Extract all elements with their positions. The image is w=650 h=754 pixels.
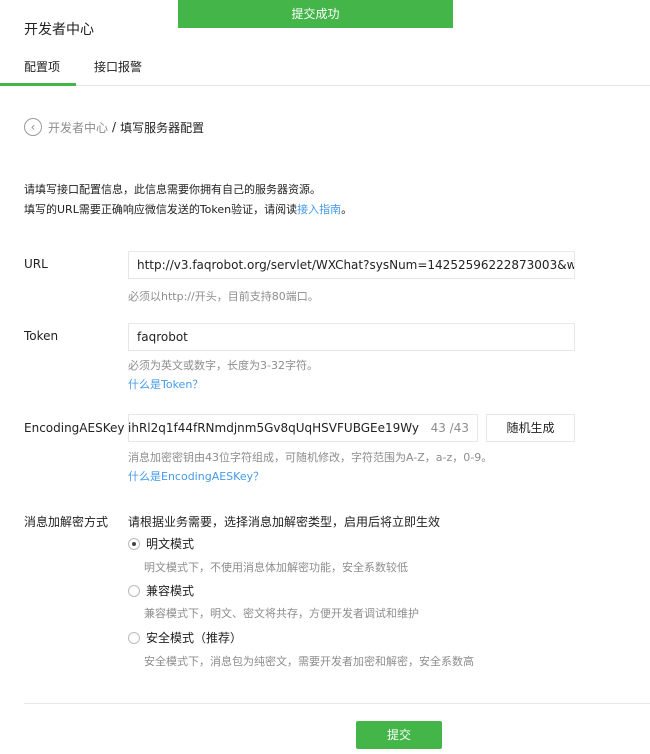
token-input[interactable]: faqrobot [128, 323, 575, 351]
radio-plaintext-label: 明文模式 [146, 537, 195, 551]
description-period: 。 [341, 203, 353, 216]
what-is-aes-key-link[interactable]: 什么是EncodingAESKey？ [128, 468, 264, 484]
back-icon[interactable]: ‹ [24, 118, 42, 136]
aes-key-input[interactable]: 5RKihRl2q1f44fRNmdjnm5Gv8qUqHSVFUBGEe19W… [128, 414, 478, 442]
description-line-1: 请填写接口配置信息，此信息需要你拥有自己的服务器资源。 [24, 183, 321, 196]
aes-key-hint: 消息加密密钥由43位字符组成，可随机修改，字符范围为A-Z，a-z，0-9。 [128, 451, 493, 464]
aes-key-char-count: 43 /43 [430, 421, 469, 435]
radio-plaintext-indicator[interactable] [128, 537, 140, 550]
what-is-token-link[interactable]: 什么是Token？ [128, 376, 203, 392]
aes-key-label: EncodingAESKey [24, 421, 125, 435]
encryption-intro: 请根据业务需要，选择消息加解密类型，启用后将立即生效 [128, 515, 441, 529]
radio-secure-indicator[interactable] [128, 631, 140, 644]
breadcrumb: ‹ 开发者中心 / 填写服务器配置 [24, 116, 204, 138]
compatible-mode-desc: 兼容模式下，明文、密文将共存，方便开发者调试和维护 [144, 607, 419, 620]
breadcrumb-parent-link[interactable]: 开发者中心 [48, 119, 108, 136]
radio-secure-label: 安全模式（推荐） [146, 631, 243, 645]
radio-compatible-mode[interactable]: 兼容模式 [128, 582, 194, 599]
breadcrumb-separator: / [112, 120, 117, 134]
footer-divider [24, 703, 650, 704]
secure-mode-desc: 安全模式下，消息包为纯密文，需要开发者加密和解密，安全系数高 [144, 655, 474, 668]
submit-button[interactable]: 提交 [356, 721, 442, 749]
success-toast: 提交成功 [178, 0, 453, 28]
url-input[interactable]: http://v3.faqrobot.org/servlet/WXChat?sy… [128, 251, 575, 279]
page-title: 开发者中心 [24, 22, 94, 38]
breadcrumb-current: 填写服务器配置 [120, 120, 205, 135]
radio-compatible-indicator[interactable] [128, 584, 140, 597]
tab-bar: 配置项 接口报警 [0, 55, 650, 86]
description-line-2: 填写的URL需要正确响应微信发送的Token验证，请阅读接入指南。 [24, 200, 352, 220]
radio-secure-mode[interactable]: 安全模式（推荐） [128, 629, 242, 646]
access-guide-link[interactable]: 接入指南 [297, 203, 341, 216]
radio-compatible-label: 兼容模式 [146, 584, 195, 598]
plaintext-mode-desc: 明文模式下，不使用消息体加解密功能，安全系数较低 [144, 561, 408, 574]
tab-alerts[interactable]: 接口报警 [94, 58, 142, 75]
aes-key-value: 5RKihRl2q1f44fRNmdjnm5Gv8qUqHSVFUBGEe19W… [129, 421, 419, 435]
tab-config[interactable]: 配置项 [24, 58, 60, 75]
encryption-mode-label: 消息加解密方式 [24, 515, 109, 529]
token-hint: 必须为英文或数字，长度为3-32字符。 [128, 359, 318, 372]
active-tab-indicator [0, 83, 76, 86]
random-generate-button[interactable]: 随机生成 [486, 414, 575, 442]
token-label: Token [24, 329, 59, 343]
url-hint: 必须以http://开头，目前支持80端口。 [128, 290, 319, 303]
radio-plaintext-mode[interactable]: 明文模式 [128, 535, 194, 552]
url-label: URL [24, 257, 48, 271]
description-text: 填写的URL需要正确响应微信发送的Token验证，请阅读 [24, 203, 298, 216]
config-description: 请填写接口配置信息，此信息需要你拥有自己的服务器资源。 填写的URL需要正确响应… [24, 180, 352, 220]
